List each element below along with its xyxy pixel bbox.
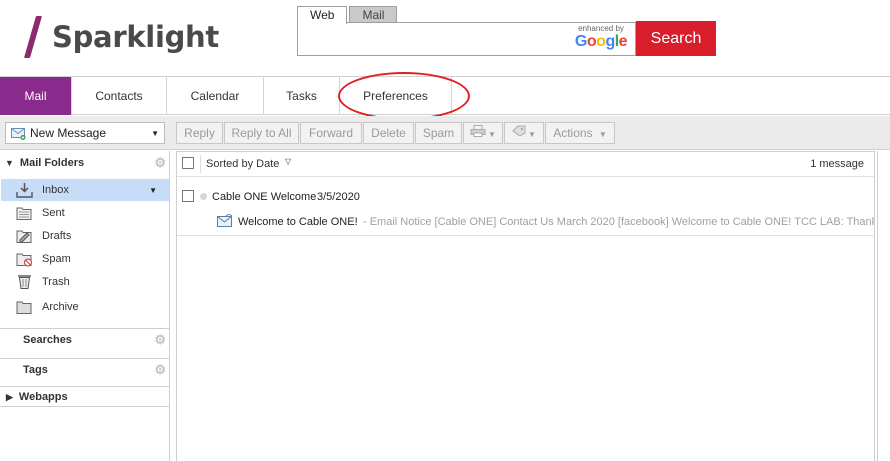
- sidebar-item-label: Sent: [42, 207, 65, 219]
- reply-button[interactable]: Reply: [176, 122, 223, 144]
- sidebar-item-trash[interactable]: Trash: [1, 271, 169, 293]
- message-subject: Welcome to Cable ONE!: [238, 216, 358, 228]
- print-button[interactable]: ▼: [463, 122, 503, 144]
- message-row[interactable]: Welcome to Cable ONE! - Email Notice [Ca…: [177, 210, 874, 236]
- tab-preferences[interactable]: Preferences: [340, 77, 452, 115]
- searches-header[interactable]: Searches ⚙: [0, 329, 170, 351]
- sent-icon: [16, 205, 33, 221]
- google-logo: Google: [574, 33, 628, 50]
- sparklight-logo[interactable]: Sparklight: [23, 14, 219, 60]
- chevron-down-icon[interactable]: ▼: [151, 129, 159, 138]
- actions-menu-button[interactable]: Actions ▼: [545, 122, 615, 144]
- gear-icon[interactable]: ⚙: [154, 155, 166, 171]
- row-checkbox[interactable]: [182, 190, 194, 202]
- search-button[interactable]: Search: [636, 21, 716, 56]
- sidebar-item-archive[interactable]: Archive: [1, 296, 169, 318]
- sidebar-item-label: Inbox: [42, 184, 69, 196]
- forward-button[interactable]: Forward: [300, 122, 362, 144]
- reply-all-button[interactable]: Reply to All: [224, 122, 299, 144]
- logo-text: Sparklight: [52, 20, 219, 54]
- message-snippet: - Email Notice [Cable ONE] Contact Us Ma…: [363, 216, 874, 228]
- tag-button[interactable]: ▼: [504, 122, 544, 144]
- chevron-down-icon: ▼: [528, 130, 536, 139]
- list-header: Sorted by Date ▽ 1 message: [177, 152, 874, 177]
- gear-icon[interactable]: ⚙: [154, 332, 166, 348]
- sidebar-item-drafts[interactable]: Drafts: [1, 225, 169, 247]
- conversation-date: 3/5/2020: [317, 191, 360, 203]
- chevron-down-icon[interactable]: ▼: [5, 158, 14, 168]
- search-tab-mail[interactable]: Mail: [349, 6, 398, 23]
- google-enhanced-badge: enhanced by Google: [570, 24, 632, 51]
- main-nav: Mail Contacts Calendar Tasks Preferences: [0, 76, 890, 115]
- new-message-label: New Message: [30, 126, 107, 140]
- chevron-right-icon[interactable]: ▶: [6, 392, 13, 403]
- tags-header[interactable]: Tags ⚙: [0, 359, 170, 381]
- envelope-icon: [217, 213, 233, 231]
- sidebar-item-label: Spam: [42, 253, 71, 265]
- sidebar-item-label: Archive: [42, 301, 79, 313]
- actions-label: Actions: [553, 126, 593, 140]
- sidebar-item-sent[interactable]: Sent: [1, 202, 169, 224]
- enhanced-by-label: enhanced by: [578, 24, 624, 33]
- new-message-button[interactable]: New Message ▼: [5, 122, 165, 144]
- sidebar-item-inbox[interactable]: Inbox ▼: [1, 179, 169, 201]
- message-list: Sorted by Date ▽ 1 message Cable ONE Wel…: [176, 151, 875, 461]
- tags-label: Tags: [23, 364, 48, 376]
- sidebar-item-label: Trash: [42, 276, 70, 288]
- unread-dot-icon[interactable]: [200, 193, 207, 200]
- divider: [0, 406, 170, 407]
- tab-tasks[interactable]: Tasks: [264, 77, 340, 115]
- folder-sidebar: ▼ Mail Folders ⚙ Inbox ▼ Sent Drafts Spa…: [0, 151, 170, 461]
- drafts-icon: [16, 228, 33, 244]
- delete-button[interactable]: Delete: [363, 122, 414, 144]
- tab-calendar[interactable]: Calendar: [167, 77, 264, 115]
- chevron-down-icon[interactable]: ▼: [149, 186, 157, 195]
- trash-icon: [16, 274, 33, 290]
- conversation-sender: Cable ONE Welcome: [212, 191, 317, 203]
- webapps-label: Webapps: [18, 391, 68, 403]
- conversation-row[interactable]: Cable ONE Welcome 3/5/2020: [177, 186, 874, 208]
- sidebar-item-spam[interactable]: Spam: [1, 248, 169, 270]
- search-tab-web[interactable]: Web: [297, 6, 348, 24]
- print-icon: [470, 123, 486, 144]
- searches-label: Searches: [23, 334, 72, 346]
- chevron-down-icon: ▼: [598, 130, 607, 139]
- reading-pane-edge: [877, 151, 890, 461]
- tab-contacts[interactable]: Contacts: [72, 77, 167, 115]
- spam-icon: [16, 251, 33, 267]
- message-count: 1 message: [810, 158, 864, 170]
- gear-icon[interactable]: ⚙: [154, 362, 166, 378]
- sidebar-item-label: Drafts: [42, 230, 72, 242]
- sort-direction-icon[interactable]: ▽: [285, 157, 291, 166]
- tag-icon: [512, 123, 526, 144]
- mail-folders-label: Mail Folders: [19, 157, 85, 169]
- mail-folders-header[interactable]: ▼ Mail Folders ⚙: [0, 152, 170, 174]
- toolbar: New Message ▼ Reply Reply to All Forward…: [0, 116, 890, 150]
- sort-divider: [200, 155, 201, 173]
- chevron-down-icon: ▼: [488, 130, 496, 139]
- new-message-icon: [11, 127, 26, 140]
- tab-mail[interactable]: Mail: [0, 77, 72, 115]
- sort-label[interactable]: Sorted by Date: [206, 158, 279, 170]
- select-all-checkbox[interactable]: [182, 157, 194, 169]
- archive-icon: [16, 299, 33, 315]
- inbox-icon: [16, 182, 33, 198]
- webapps-header[interactable]: ▶ Webapps: [0, 386, 170, 408]
- spam-button[interactable]: Spam: [415, 122, 462, 144]
- logo-slash-mark: [23, 16, 43, 58]
